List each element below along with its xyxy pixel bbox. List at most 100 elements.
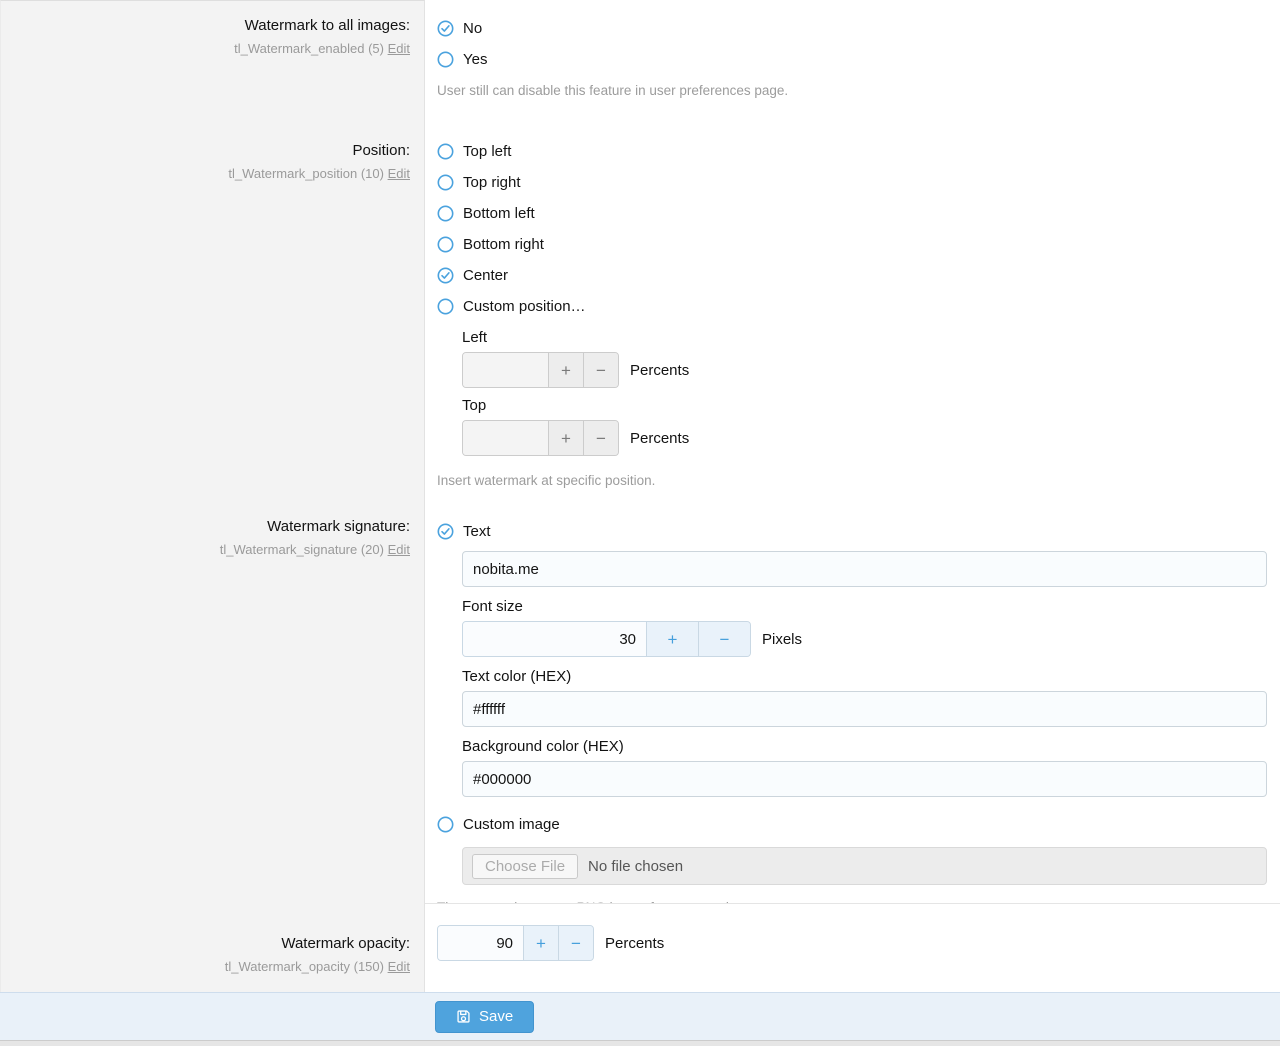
- left-field-label: Left: [462, 328, 1267, 347]
- row-label-column: Watermark opacity: tl_Watermark_opacity …: [0, 903, 425, 992]
- edit-link[interactable]: Edit: [388, 542, 410, 557]
- radio-label: Custom image: [463, 816, 560, 833]
- radio-unchecked-icon: [437, 298, 454, 315]
- custom-position-fields: Left + − Percents Top + − P: [462, 328, 1267, 456]
- option-id: tl_Watermark_enabled (5): [234, 41, 384, 56]
- radio-label: Bottom left: [463, 205, 535, 222]
- increment-button[interactable]: +: [523, 926, 558, 960]
- radio-label: Yes: [463, 51, 487, 68]
- radio-option-custom-position[interactable]: Custom position…: [437, 291, 1280, 322]
- top-percent-input[interactable]: [463, 421, 548, 455]
- settings-row-watermark-opacity: Watermark opacity: tl_Watermark_opacity …: [0, 903, 1280, 992]
- row-explanation: Insert watermark at specific position.: [437, 472, 1280, 490]
- row-hint: tl_Watermark_enabled (5) Edit: [1, 40, 410, 57]
- unit-label: Pixels: [762, 631, 802, 648]
- top-field-row: + − Percents: [462, 420, 1267, 456]
- save-button[interactable]: Save: [435, 1001, 534, 1033]
- row-label-column: Watermark to all images: tl_Watermark_en…: [0, 0, 425, 120]
- radio-checked-icon: [437, 20, 454, 37]
- row-content-column: No Yes User still can disable this featu…: [425, 0, 1280, 120]
- top-percent-stepper: + −: [462, 420, 619, 456]
- row-title: Watermark signature:: [1, 516, 410, 537]
- radio-checked-icon: [437, 267, 454, 284]
- radio-unchecked-icon: [437, 236, 454, 253]
- save-bar: Save: [0, 992, 1280, 1040]
- radio-option-bottom-left[interactable]: Bottom left: [437, 198, 1280, 229]
- top-field-label: Top: [462, 396, 1267, 415]
- radio-option-bottom-right[interactable]: Bottom right: [437, 229, 1280, 260]
- opacity-field-row: + − Percents: [437, 925, 1280, 961]
- row-hint: tl_Watermark_opacity (150) Edit: [1, 958, 410, 975]
- text-color-label: Text color (HEX): [462, 667, 1267, 686]
- font-size-stepper: + −: [462, 621, 751, 657]
- decrement-button[interactable]: −: [583, 421, 618, 455]
- opacity-input[interactable]: [438, 926, 523, 960]
- radio-label: Custom position…: [463, 298, 586, 315]
- choose-file-button[interactable]: Choose File: [472, 854, 578, 879]
- decrement-button[interactable]: −: [583, 353, 618, 387]
- row-label-column: Watermark signature: tl_Watermark_signat…: [0, 500, 425, 903]
- background-color-label: Background color (HEX): [462, 737, 1267, 756]
- font-size-input[interactable]: [463, 622, 646, 656]
- settings-row-watermark-signature: Watermark signature: tl_Watermark_signat…: [0, 500, 1280, 903]
- radio-label: Top left: [463, 143, 511, 160]
- radio-option-custom-image[interactable]: Custom image: [437, 809, 1280, 840]
- row-content-column: Top left Top right Bottom left Bottom ri…: [425, 120, 1280, 500]
- radio-unchecked-icon: [437, 205, 454, 222]
- radio-option-top-right[interactable]: Top right: [437, 167, 1280, 198]
- row-hint: tl_Watermark_signature (20) Edit: [1, 541, 410, 558]
- radio-label: Top right: [463, 174, 521, 191]
- increment-button[interactable]: +: [548, 353, 583, 387]
- row-title: Watermark to all images:: [1, 15, 410, 36]
- watermark-options-page: Watermark to all images: tl_Watermark_en…: [0, 0, 1280, 1046]
- background-color-input[interactable]: [462, 761, 1267, 797]
- radio-label: No: [463, 20, 482, 37]
- edit-link[interactable]: Edit: [388, 959, 410, 974]
- left-field-row: + − Percents: [462, 352, 1267, 388]
- decrement-button[interactable]: −: [558, 926, 593, 960]
- row-explanation: User still can disable this feature in u…: [437, 82, 1280, 100]
- watermark-file-input[interactable]: Choose File No file chosen: [462, 847, 1267, 885]
- font-size-label: Font size: [462, 597, 1267, 616]
- settings-row-watermark-enabled: Watermark to all images: tl_Watermark_en…: [0, 0, 1280, 120]
- unit-label: Percents: [630, 430, 689, 447]
- option-id: tl_Watermark_opacity (150): [225, 959, 384, 974]
- settings-row-watermark-position: Position: tl_Watermark_position (10) Edi…: [0, 120, 1280, 500]
- radio-option-no[interactable]: No: [437, 13, 1280, 44]
- signature-text-input[interactable]: [462, 551, 1267, 587]
- radio-unchecked-icon: [437, 816, 454, 833]
- radio-label: Text: [463, 523, 491, 540]
- custom-image-fields: Choose File No file chosen: [462, 847, 1267, 885]
- text-signature-fields: Font size + − Pixels Text color (HEX) Ba…: [462, 551, 1267, 797]
- edit-link[interactable]: Edit: [388, 166, 410, 181]
- radio-option-yes[interactable]: Yes: [437, 44, 1280, 75]
- unit-label: Percents: [630, 362, 689, 379]
- left-percent-input[interactable]: [463, 353, 548, 387]
- radio-option-center[interactable]: Center: [437, 260, 1280, 291]
- row-label-column: Position: tl_Watermark_position (10) Edi…: [0, 120, 425, 500]
- radio-label: Bottom right: [463, 236, 544, 253]
- decrement-button[interactable]: −: [698, 622, 750, 656]
- increment-button[interactable]: +: [646, 622, 698, 656]
- row-hint: tl_Watermark_position (10) Edit: [1, 165, 410, 182]
- save-icon: [456, 1009, 471, 1024]
- radio-checked-icon: [437, 523, 454, 540]
- radio-option-text[interactable]: Text: [437, 516, 1280, 547]
- row-content-column: + − Percents: [425, 903, 1280, 992]
- option-id: tl_Watermark_signature (20): [220, 542, 384, 557]
- row-title: Watermark opacity:: [1, 933, 410, 954]
- radio-option-top-left[interactable]: Top left: [437, 136, 1280, 167]
- left-percent-stepper: + −: [462, 352, 619, 388]
- radio-unchecked-icon: [437, 51, 454, 68]
- unit-label: Percents: [605, 935, 664, 952]
- text-color-input[interactable]: [462, 691, 1267, 727]
- option-id: tl_Watermark_position (10): [228, 166, 384, 181]
- save-button-label: Save: [479, 1008, 513, 1025]
- edit-link[interactable]: Edit: [388, 41, 410, 56]
- radio-unchecked-icon: [437, 174, 454, 191]
- file-chosen-status: No file chosen: [588, 858, 683, 875]
- opacity-stepper: + −: [437, 925, 594, 961]
- row-content-column: Text Font size + − Pixels Text color (HE…: [425, 500, 1280, 903]
- increment-button[interactable]: +: [548, 421, 583, 455]
- row-title: Position:: [1, 140, 410, 161]
